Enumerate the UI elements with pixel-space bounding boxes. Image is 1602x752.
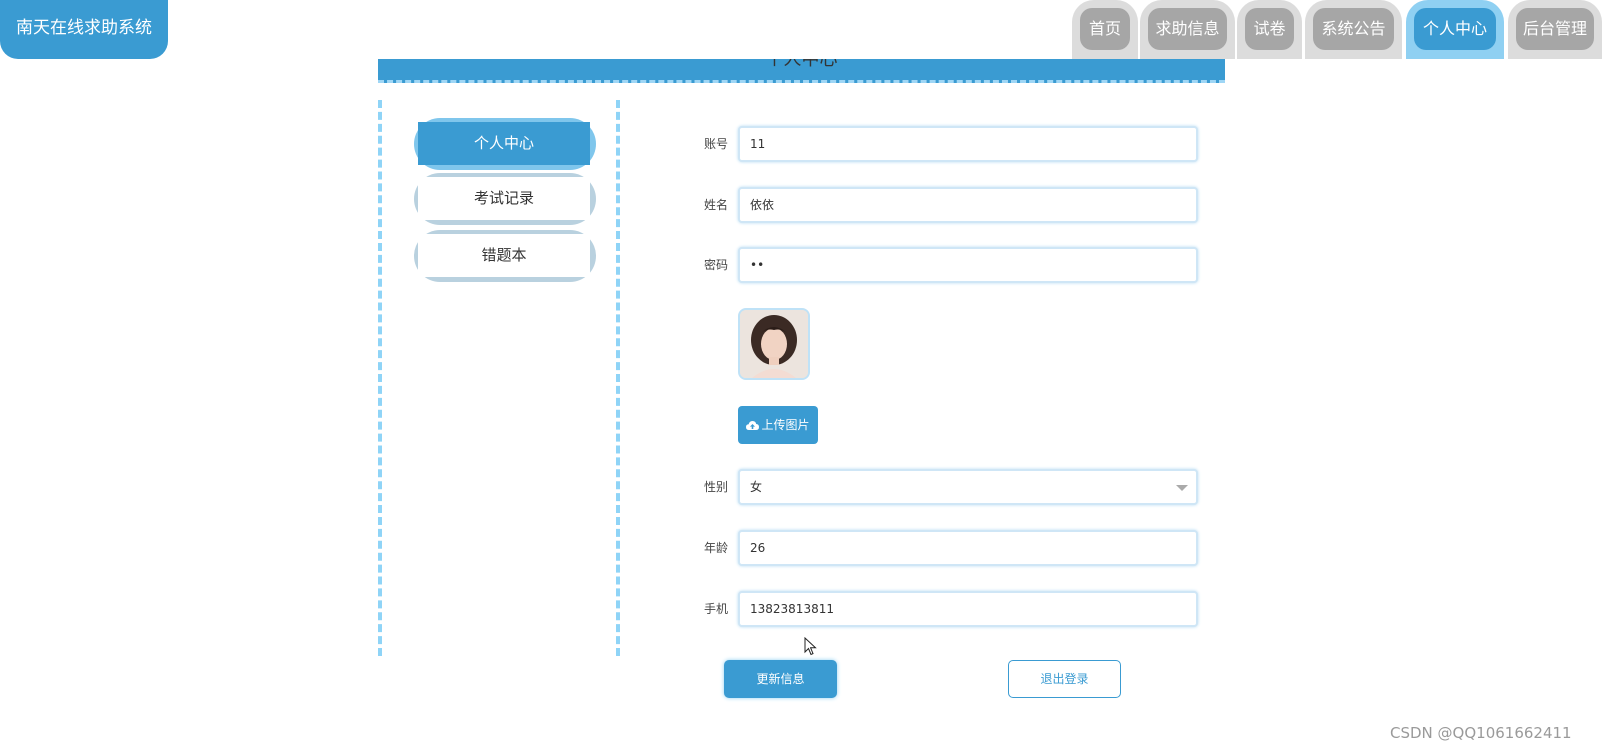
- age-label: 年龄: [703, 541, 728, 555]
- update-info-button[interactable]: 更新信息: [724, 660, 837, 698]
- nav-item-label: 个人中心: [1414, 8, 1496, 50]
- name-input[interactable]: 依依: [738, 187, 1198, 223]
- sidebar-border-left: [378, 100, 382, 656]
- sidebar-item-label: 考试记录: [418, 177, 590, 220]
- profile-photo: [740, 310, 808, 378]
- account-input[interactable]: 11: [738, 126, 1198, 162]
- gender-label: 性别: [703, 480, 728, 494]
- nav-item-announcements[interactable]: 系统公告: [1305, 0, 1402, 59]
- account-label: 账号: [703, 137, 728, 151]
- sidebar-item-label: 错题本: [418, 234, 590, 277]
- sidebar-item-personal-center[interactable]: 个人中心: [414, 118, 596, 170]
- nav-item-label: 求助信息: [1148, 8, 1227, 50]
- gender-selected-value: 女: [750, 480, 763, 494]
- upload-image-label: 上传图片: [761, 418, 810, 432]
- nav-item-home[interactable]: 首页: [1072, 0, 1138, 59]
- nav-item-label: 首页: [1080, 8, 1130, 50]
- sidebar-border-right: [616, 100, 620, 656]
- sidebar-item-exam-records[interactable]: 考试记录: [414, 173, 596, 225]
- phone-label: 手机: [703, 602, 728, 616]
- nav-item-admin[interactable]: 后台管理: [1508, 0, 1602, 59]
- watermark: CSDN @QQ1061662411: [1390, 724, 1572, 742]
- nav-item-exam-papers[interactable]: 试卷: [1237, 0, 1302, 59]
- upload-image-button[interactable]: 上传图片: [738, 406, 818, 444]
- sidebar-item-wrong-questions[interactable]: 错题本: [414, 230, 596, 282]
- nav-item-label: 试卷: [1245, 8, 1294, 50]
- logout-button[interactable]: 退出登录: [1008, 660, 1121, 698]
- nav-item-help-info[interactable]: 求助信息: [1140, 0, 1235, 59]
- age-input[interactable]: 26: [738, 530, 1198, 566]
- cloud-upload-icon: [746, 421, 760, 430]
- chevron-down-icon: [1176, 485, 1188, 491]
- nav-item-label: 系统公告: [1313, 8, 1394, 50]
- nav-item-label: 后台管理: [1516, 8, 1594, 50]
- password-input[interactable]: ••: [738, 247, 1198, 283]
- section-banner: 个人中心: [378, 59, 1225, 83]
- site-title: 南天在线求助系统: [0, 0, 168, 59]
- avatar: [738, 308, 810, 380]
- password-label: 密码: [703, 258, 728, 272]
- phone-input[interactable]: 13823813811: [738, 591, 1198, 627]
- nav-item-personal-center[interactable]: 个人中心: [1406, 0, 1504, 59]
- sidebar-item-label: 个人中心: [418, 122, 590, 165]
- section-title: 个人中心: [765, 59, 838, 70]
- name-label: 姓名: [703, 198, 728, 212]
- gender-select[interactable]: 女: [738, 469, 1198, 505]
- mouse-cursor-icon: [804, 637, 817, 656]
